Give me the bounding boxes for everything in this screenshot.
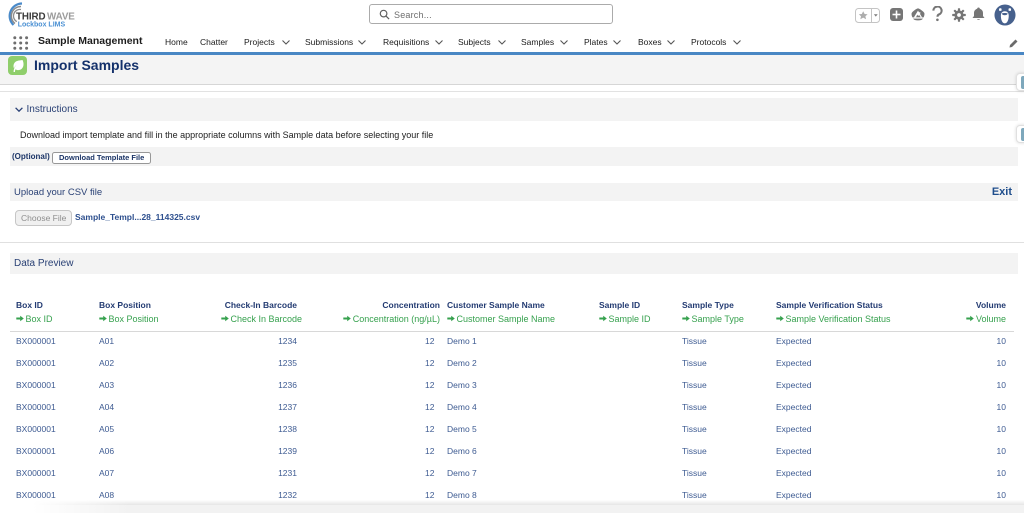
svg-text:Lockbox LIMS: Lockbox LIMS <box>18 22 66 28</box>
